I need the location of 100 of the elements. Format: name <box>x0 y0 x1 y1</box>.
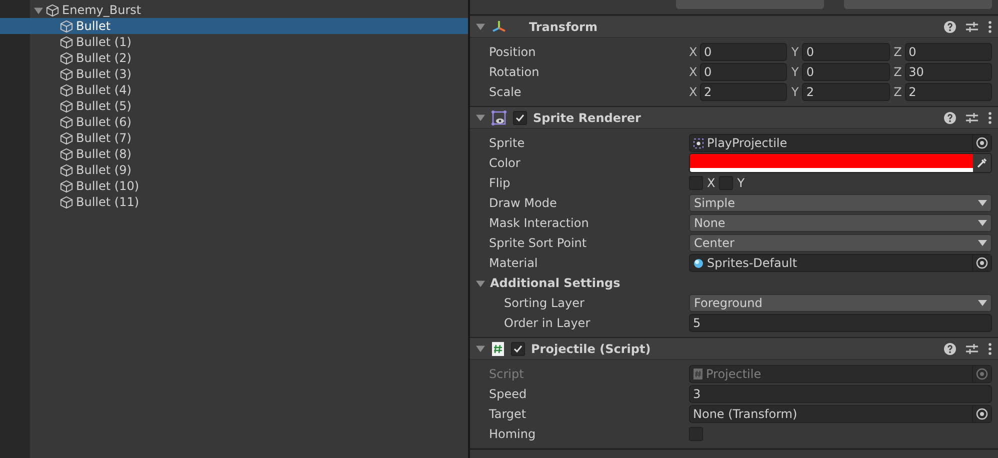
number-field[interactable]: 0 <box>700 43 788 61</box>
number-field[interactable]: 0 <box>802 43 890 61</box>
checkmark-icon <box>515 112 525 122</box>
number-field[interactable]: 2 <box>802 83 890 101</box>
sphere-icon <box>693 258 704 268</box>
property-label: Position <box>488 45 537 59</box>
property-label: Sprite <box>488 136 526 150</box>
hierarchy-item[interactable]: Bullet (3) <box>30 66 468 82</box>
caret-icon <box>978 300 987 306</box>
cube-icon <box>60 100 73 112</box>
axes-icon <box>491 20 507 34</box>
help-icon[interactable] <box>944 342 956 354</box>
foldout-arrow-icon[interactable] <box>476 22 485 31</box>
hierarchy-item[interactable]: Bullet (9) <box>30 162 468 178</box>
hierarchy-item[interactable]: Bullet (10) <box>30 178 468 194</box>
more-icon[interactable] <box>988 112 992 124</box>
property-label: Flip <box>488 176 512 190</box>
axis-label: X <box>689 45 698 59</box>
help-icon[interactable] <box>944 112 956 124</box>
hierarchy-item[interactable]: Bullet (5) <box>30 98 468 114</box>
axis-label: X <box>689 65 698 79</box>
hierarchy-item[interactable]: Bullet (11) <box>30 194 468 210</box>
checkmark-icon <box>513 344 523 354</box>
color-swatch[interactable] <box>690 154 973 172</box>
number-field[interactable]: 3 <box>689 385 992 403</box>
dropdown[interactable]: None <box>689 214 992 232</box>
number-field[interactable]: 5 <box>689 314 992 332</box>
property-label: Sprite Sort Point <box>488 236 588 250</box>
foldout-arrow-icon[interactable] <box>476 278 485 288</box>
cube-icon <box>60 148 73 160</box>
number-field[interactable]: 0 <box>700 63 788 81</box>
foldout-arrow-icon[interactable] <box>476 113 485 122</box>
caret-icon <box>978 240 987 246</box>
hierarchy-item[interactable]: Bullet (8) <box>30 146 468 162</box>
hierarchy-item[interactable]: Bullet (6) <box>30 114 468 130</box>
hierarchy-item[interactable]: Bullet (2) <box>30 50 468 66</box>
cube-icon <box>60 52 73 64</box>
more-icon[interactable] <box>988 20 992 32</box>
object-picker-icon[interactable] <box>976 137 988 149</box>
property-label: Material <box>488 256 539 270</box>
component-header[interactable]: Sprite Renderer <box>470 107 998 129</box>
component-header[interactable]: Projectile (Script) <box>470 338 998 360</box>
number-field[interactable]: 2 <box>700 83 788 101</box>
property-label: Mask Interaction <box>488 216 590 230</box>
cube-icon <box>60 132 73 144</box>
eyedropper-icon[interactable] <box>976 157 988 169</box>
settings-icon[interactable] <box>966 112 978 124</box>
checkbox-label: X <box>707 176 716 190</box>
property-label: Order in Layer <box>503 316 592 330</box>
caret-icon <box>978 200 987 206</box>
number-field[interactable]: 2 <box>904 83 992 101</box>
script-icon <box>693 368 703 380</box>
axis-label: X <box>689 85 698 99</box>
foldout-arrow-icon[interactable] <box>34 6 42 14</box>
property-label: Target <box>488 407 528 421</box>
component-header[interactable]: Transform <box>470 16 998 38</box>
object-field[interactable]: Sprites-Default <box>689 254 992 272</box>
object-field[interactable]: PlayProjectile <box>689 134 992 152</box>
enable-checkbox[interactable] <box>513 110 527 124</box>
property-label: Speed <box>488 387 528 401</box>
axis-label: Z <box>894 85 903 99</box>
enable-checkbox[interactable] <box>511 342 525 356</box>
cube-icon <box>60 116 73 128</box>
dropdown[interactable]: Simple <box>689 194 992 212</box>
hierarchy-item[interactable]: Bullet <box>0 18 468 34</box>
object-picker-icon[interactable] <box>976 408 988 420</box>
number-field[interactable]: 0 <box>802 63 890 81</box>
cube-icon <box>60 180 73 192</box>
axis-label: Y <box>791 45 800 59</box>
sprite-renderer-icon <box>491 110 507 126</box>
component-title: Sprite Renderer <box>533 110 641 124</box>
number-field[interactable]: 30 <box>904 63 992 81</box>
object-field[interactable]: None (Transform) <box>689 405 992 423</box>
axis-label: Z <box>894 65 903 79</box>
object-picker-icon[interactable] <box>976 257 988 269</box>
foldout-arrow-icon[interactable] <box>476 344 485 353</box>
hierarchy-item[interactable]: Bullet (7) <box>30 130 468 146</box>
axis-label: Z <box>894 45 903 59</box>
component-title: Projectile (Script) <box>531 342 651 356</box>
property-label: Draw Mode <box>488 196 558 210</box>
property-label: Rotation <box>488 65 540 79</box>
cube-icon <box>46 4 59 16</box>
hierarchy-item[interactable]: Bullet (1) <box>30 34 468 50</box>
more-icon[interactable] <box>988 342 992 354</box>
dropdown[interactable]: Foreground <box>689 294 992 312</box>
hierarchy-item[interactable]: Bullet (4) <box>30 82 468 98</box>
property-label: Sorting Layer <box>503 296 586 310</box>
settings-icon[interactable] <box>966 342 978 354</box>
number-field[interactable]: 0 <box>904 43 992 61</box>
cube-icon <box>60 68 73 80</box>
section-title[interactable]: Additional Settings <box>490 276 620 290</box>
script-icon <box>491 340 505 356</box>
help-icon[interactable] <box>944 20 956 32</box>
sprite-icon <box>693 138 704 148</box>
cube-icon <box>60 196 73 208</box>
settings-icon[interactable] <box>966 20 978 32</box>
property-label: Script <box>488 367 525 381</box>
hierarchy-item[interactable]: Enemy_Burst <box>30 2 468 18</box>
dropdown[interactable]: Center <box>689 234 992 252</box>
cube-icon <box>60 36 73 48</box>
